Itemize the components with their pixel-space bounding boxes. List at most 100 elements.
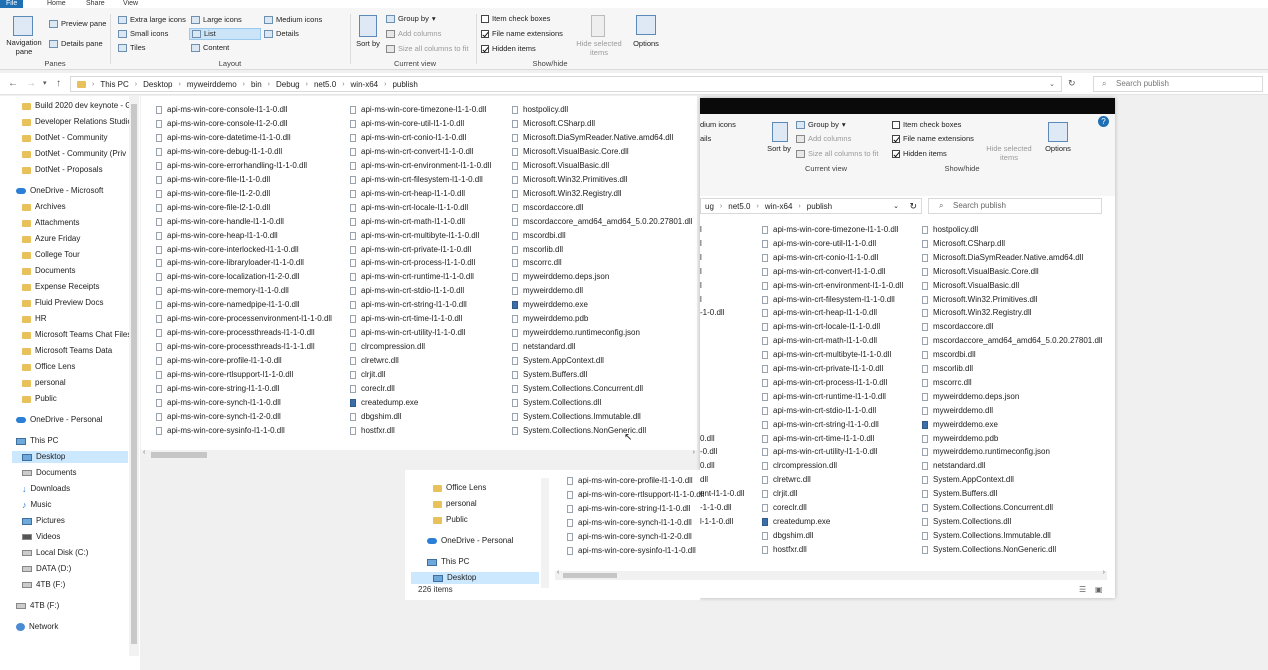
scroll-left-icon[interactable]: ‹ — [557, 569, 559, 576]
file-list-item[interactable]: System.AppContext.dll — [512, 355, 604, 367]
file-list-item[interactable]: api-ms-win-crt-private-l1-1-0.dll — [350, 244, 471, 256]
item-check-boxes-toggle[interactable]: Item check boxes — [481, 14, 550, 24]
file-list-item[interactable]: mscordbi.dll — [922, 349, 976, 361]
file-list-item[interactable]: api-ms-win-crt-string-l1-1-0.dll — [350, 299, 467, 311]
sort-by-button[interactable]: Sort by — [355, 39, 381, 48]
file-list-item[interactable]: System.Collections.Concurrent.dll — [922, 502, 1053, 514]
file-list-item[interactable]: mscordaccore_amd64_amd64_5.0.20.27801.dl… — [922, 335, 1102, 347]
file-list-item[interactable]: api-ms-win-core-namedpipe-l1-1-0.dll — [156, 299, 300, 311]
scroll-left-icon[interactable]: ‹ — [143, 449, 145, 456]
file-list-item[interactable]: l — [700, 266, 702, 278]
preview-pane-button[interactable]: Preview pane — [49, 19, 106, 29]
nav-item-onedrive-personal[interactable]: OneDrive - Personal — [427, 535, 513, 547]
item-check-boxes-toggle[interactable]: Item check boxes — [892, 120, 961, 130]
breadcrumb-desktop[interactable]: Desktop — [143, 80, 172, 89]
file-list-hscrollbar[interactable]: ‹ › — [555, 569, 1107, 580]
nav-item-office-lens[interactable]: Office Lens — [22, 361, 75, 373]
size-all-columns-button[interactable]: Size all columns to fit — [796, 149, 878, 159]
file-list-item[interactable]: Microsoft.VisualBasic.dll — [922, 280, 1019, 292]
options-button[interactable]: Options — [1040, 144, 1076, 153]
group-by-button[interactable]: Group by ▾ — [386, 14, 436, 24]
file-list-item[interactable]: api-ms-win-core-rtlsupport-l1-1-0.dll — [567, 489, 704, 501]
file-list-item[interactable]: api-ms-win-core-util-l1-1-0.dll — [762, 238, 876, 250]
file-list-item[interactable]: api-ms-win-crt-convert-l1-1-0.dll — [350, 146, 473, 158]
breadcrumb-publish[interactable]: publish — [392, 80, 417, 89]
nav-item-data-d[interactable]: DATA (D:) — [22, 563, 71, 575]
file-list-item[interactable]: api-ms-win-core-timezone-l1-1-0.dll — [350, 104, 486, 116]
file-list-item[interactable]: myweirddemo.pdb — [922, 433, 998, 445]
breadcrumb-debug[interactable]: Debug — [276, 80, 300, 89]
file-list-item[interactable]: api-ms-win-core-processthreads-l1-1-0.dl… — [156, 327, 315, 339]
file-list-item[interactable]: Microsoft.VisualBasic.dll — [512, 160, 609, 172]
nav-scrollbar[interactable] — [541, 478, 549, 588]
file-list-item[interactable]: api-ms-win-crt-string-l1-1-0.dll — [762, 419, 879, 431]
file-list-item[interactable]: myweirddemo.runtimeconfig.json — [922, 446, 1050, 458]
file-list-item[interactable]: api-ms-win-core-string-l1-1-0.dll — [567, 503, 690, 515]
file-list-item[interactable]: hostfxr.dll — [762, 544, 807, 556]
file-list-item[interactable]: System.AppContext.dll — [922, 474, 1014, 486]
file-list-item[interactable]: api-ms-win-crt-heap-l1-1-0.dll — [350, 188, 465, 200]
nav-item-onedrive-microsoft[interactable]: OneDrive - Microsoft — [16, 185, 103, 197]
breadcrumb-bin[interactable]: bin — [251, 80, 262, 89]
file-list-item[interactable]: Microsoft.VisualBasic.Core.dll — [512, 146, 629, 158]
file-list-item[interactable]: Microsoft.Win32.Primitives.dll — [512, 174, 627, 186]
tab-view[interactable]: View — [123, 0, 138, 8]
file-list-item[interactable]: api-ms-win-core-sysinfo-l1-1-0.dll — [156, 425, 285, 437]
nav-item-teams-chat-files[interactable]: Microsoft Teams Chat Files — [22, 329, 131, 341]
chevron-down-icon[interactable]: ⌄ — [893, 202, 899, 210]
file-list-item[interactable]: clrjit.dll — [762, 488, 797, 500]
file-list-item[interactable]: api-ms-win-core-synch-l1-2-0.dll — [156, 411, 281, 423]
nav-item-pictures[interactable]: Pictures — [22, 515, 65, 527]
file-list-item[interactable]: api-ms-win-crt-time-l1-1-0.dll — [350, 313, 462, 325]
file-list-item[interactable]: api-ms-win-core-rtlsupport-l1-1-0.dll — [156, 369, 293, 381]
file-list-item[interactable]: api-ms-win-crt-conio-l1-1-0.dll — [350, 132, 466, 144]
file-list-item[interactable]: System.Buffers.dll — [512, 369, 587, 381]
file-list-item[interactable]: api-ms-win-core-console-l1-1-0.dll — [156, 104, 287, 116]
nav-item-desktop[interactable]: Desktop — [411, 572, 539, 584]
file-list-item[interactable]: api-ms-win-core-libraryloader-l1-1-0.dll — [156, 257, 304, 269]
file-list-item[interactable]: hostfxr.dll — [350, 425, 395, 437]
layout-small-icons[interactable]: Small icons — [118, 29, 168, 39]
file-list-item[interactable]: api-ms-win-core-datetime-l1-1-0.dll — [156, 132, 291, 144]
file-list-item[interactable]: api-ms-win-core-file-l2-1-0.dll — [156, 202, 270, 214]
file-list-item[interactable]: api-ms-win-core-handle-l1-1-0.dll — [156, 216, 284, 228]
tab-home[interactable]: Home — [47, 0, 66, 8]
file-list-item[interactable]: api-ms-win-crt-runtime-l1-1-0.dll — [762, 391, 886, 403]
hide-selected-items-button[interactable]: Hide selected items — [984, 144, 1034, 162]
file-list-item[interactable]: mscorrc.dll — [922, 377, 972, 389]
file-list-item[interactable]: api-ms-win-core-profile-l1-1-0.dll — [567, 475, 693, 487]
file-list-item[interactable]: api-ms-win-crt-process-l1-1-0.dll — [350, 257, 475, 269]
file-list-item[interactable]: System.Collections.Concurrent.dll — [512, 383, 643, 395]
file-list-item[interactable]: -0.dll — [700, 446, 717, 458]
add-columns-button[interactable]: Add columns — [796, 134, 851, 144]
nav-item-onedrive-personal[interactable]: OneDrive - Personal — [16, 414, 102, 426]
file-list-item[interactable]: System.Collections.dll — [922, 516, 1011, 528]
file-list-item[interactable]: dbgshim.dll — [350, 411, 401, 423]
nav-item-build-2020[interactable]: Build 2020 dev keynote - G — [22, 100, 132, 112]
file-list-item[interactable]: api-ms-win-crt-time-l1-1-0.dll — [762, 433, 874, 445]
file-list-item[interactable]: mscordaccore.dll — [922, 321, 993, 333]
nav-scrollbar[interactable] — [129, 96, 139, 656]
search-input[interactable]: ⌕ Search publish — [1093, 76, 1263, 92]
file-list-item[interactable]: api-ms-win-core-profile-l1-1-0.dll — [156, 355, 282, 367]
nav-item-public[interactable]: Public — [22, 393, 57, 405]
file-list-item[interactable]: api-ms-win-core-synch-l1-2-0.dll — [567, 531, 692, 543]
file-list-item[interactable]: l — [700, 224, 702, 236]
breadcrumb-this-pc[interactable]: This PC — [100, 80, 128, 89]
group-by-button[interactable]: Group by ▾ — [796, 120, 846, 130]
nav-item-this-pc[interactable]: This PC — [427, 556, 469, 568]
file-list-item[interactable]: dbgshim.dll — [762, 530, 813, 542]
file-list-item[interactable]: api-ms-win-crt-environment-l1-1-0.dll — [350, 160, 491, 172]
nav-item-office-lens[interactable]: Office Lens — [433, 482, 486, 494]
breadcrumb-publish[interactable]: publish — [807, 202, 832, 211]
file-list-item[interactable]: clretwrc.dll — [350, 355, 399, 367]
file-list-item[interactable]: l — [700, 238, 702, 250]
file-list-item[interactable]: dll — [700, 474, 708, 486]
file-list-item[interactable]: api-ms-win-crt-conio-l1-1-0.dll — [762, 252, 878, 264]
file-list-item[interactable]: api-ms-win-crt-locale-l1-1-0.dll — [762, 321, 880, 333]
forward-arrow-icon[interactable]: → — [26, 78, 36, 89]
scroll-right-icon[interactable]: › — [1103, 569, 1105, 576]
refresh-icon[interactable]: ↻ — [909, 201, 917, 212]
scrollbar-thumb[interactable] — [563, 573, 617, 578]
nav-item-teams-data[interactable]: Microsoft Teams Data — [22, 345, 112, 357]
